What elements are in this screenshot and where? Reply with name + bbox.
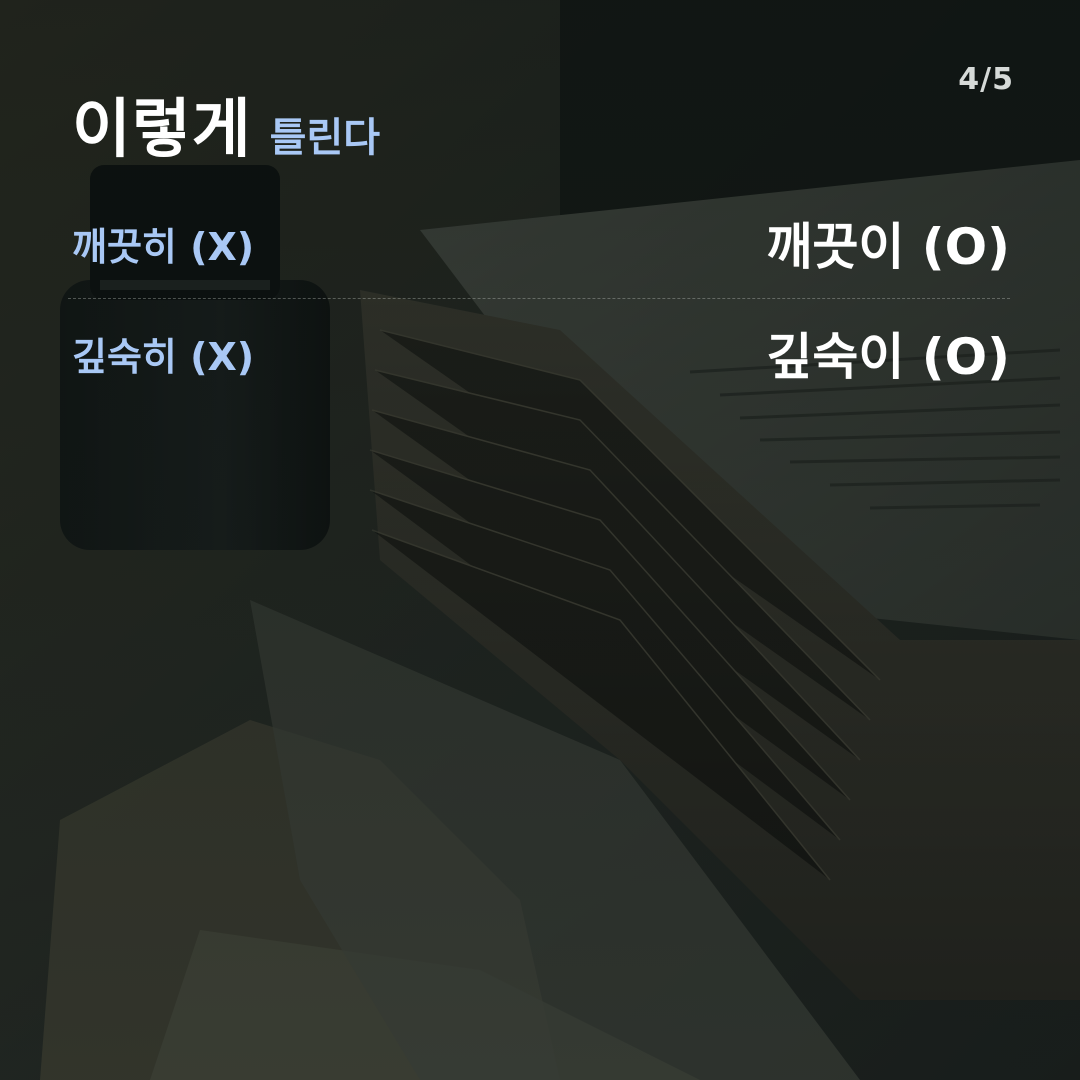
comparison-row: 깨끗히 (X) 깨끗이 (O) (68, 200, 1010, 298)
wrong-spelling: 깊숙히 (X) (72, 334, 255, 379)
correct-spelling: 깨끗이 (O) (766, 218, 1010, 276)
comparison-row: 깊숙히 (X) 깊숙이 (O) (68, 298, 1010, 419)
page-title: 이렇게 틀린다 (72, 78, 380, 170)
page-counter: 4/5 (958, 62, 1014, 97)
comparison-list: 깨끗히 (X) 깨끗이 (O) 깊숙히 (X) 깊숙이 (O) (68, 200, 1010, 419)
title-sub: 틀린다 (269, 115, 381, 161)
wrong-spelling: 깨끗히 (X) (72, 224, 255, 269)
title-main: 이렇게 (72, 93, 252, 167)
card: 4/5 이렇게 틀린다 깨끗히 (X) 깨끗이 (O) 깊숙히 (X) 깊숙이 … (0, 0, 1080, 1080)
correct-spelling: 깊숙이 (O) (766, 328, 1010, 386)
